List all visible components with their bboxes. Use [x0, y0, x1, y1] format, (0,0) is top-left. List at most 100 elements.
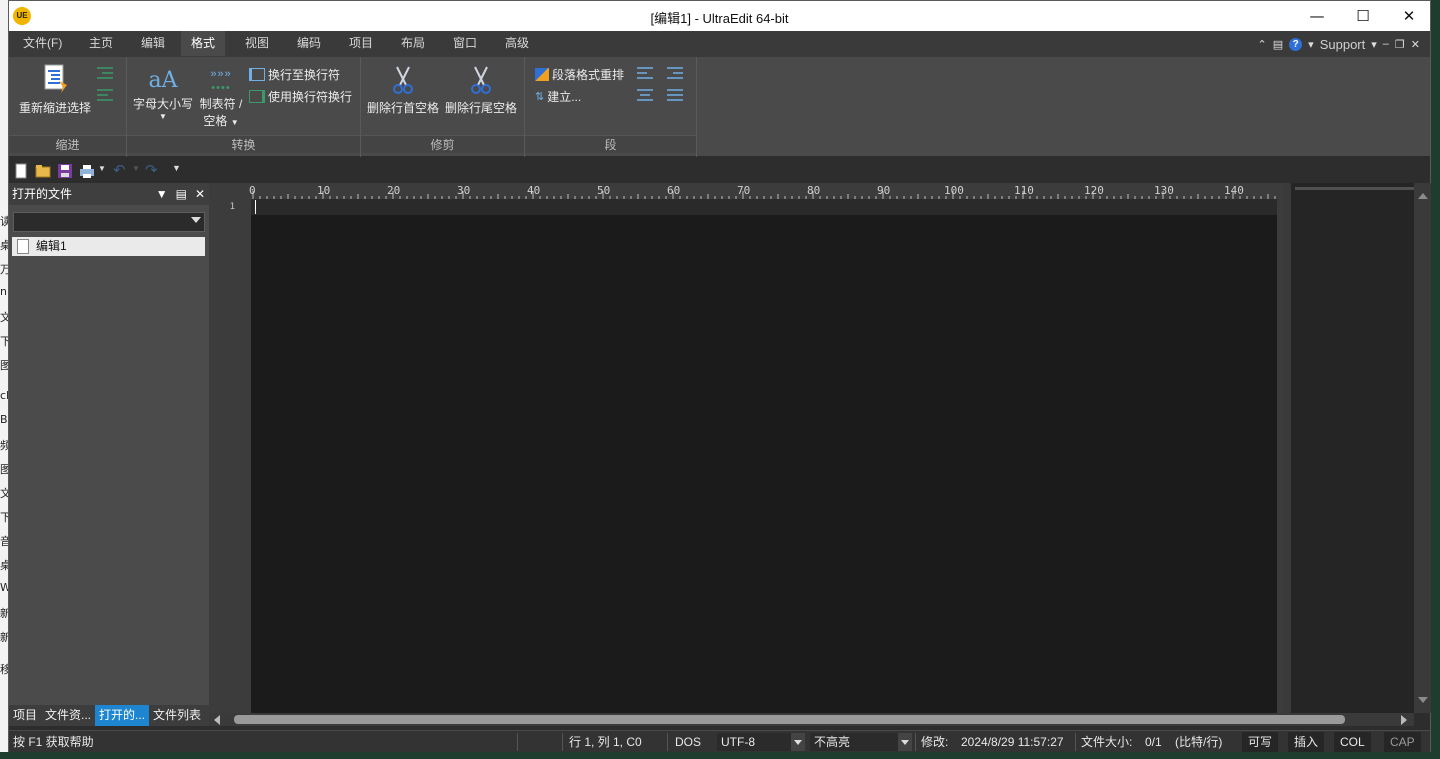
chevron-down-icon[interactable]: ▾	[1308, 38, 1314, 51]
status-separator	[1075, 733, 1076, 751]
scissors-icon	[393, 66, 413, 94]
insert-mode-indicator[interactable]: 插入	[1288, 732, 1325, 752]
tab-view[interactable]: 视图	[235, 31, 279, 56]
tab-layout[interactable]: 布局	[391, 31, 435, 56]
scroll-down-icon[interactable]	[1418, 697, 1428, 703]
reformat-paragraph-button[interactable]: 段落格式重排	[535, 66, 624, 83]
reindent-selection-label: 重新缩进选择	[18, 101, 91, 115]
line-ending-indicator[interactable]: DOS	[675, 731, 701, 753]
mdi-close-icon[interactable]: ✕	[1411, 38, 1420, 51]
cr-to-wrap-button[interactable]: 使用换行符换行	[249, 88, 352, 105]
create-paragraph-button[interactable]: ⇅ 建立...	[535, 88, 581, 105]
scroll-right-icon[interactable]	[1401, 715, 1407, 725]
collapse-ribbon-icon[interactable]: ⌃	[1258, 38, 1267, 51]
mdi-restore-icon[interactable]: ❐	[1395, 38, 1405, 51]
file-size-unit: (比特/行)	[1175, 735, 1223, 749]
tabs-spaces-button[interactable]: »»» •••• 制表符 / 空格 ▼	[195, 67, 247, 129]
panel-tab-project[interactable]: 项目	[9, 705, 41, 726]
open-folder-icon[interactable]	[35, 163, 51, 179]
trim-leading-button[interactable]: 删除行首空格	[365, 65, 441, 116]
panel-tab-file-explorer[interactable]: 文件资...	[41, 705, 95, 726]
title-bar[interactable]: UE [编辑1] - UltraEdit 64-bit — ☐ ✕	[9, 1, 1430, 31]
status-help-text: 按 F1 获取帮助	[13, 735, 94, 749]
minimize-button[interactable]: —	[1294, 1, 1340, 31]
tab-window[interactable]: 窗口	[443, 31, 487, 56]
align-justify-icon[interactable]	[667, 89, 683, 104]
panel-menu-icon[interactable]: ▼	[156, 183, 168, 205]
writable-indicator[interactable]: 可写	[1242, 732, 1279, 752]
desktop-background-bottom	[0, 752, 1440, 759]
tab-edit[interactable]: 编辑	[131, 31, 175, 56]
chevron-down-icon[interactable]: ▼	[132, 164, 140, 173]
redo-icon[interactable]: ↷	[145, 161, 158, 179]
ribbon-group-label: 段	[525, 135, 696, 153]
panel-title: 打开的文件	[12, 187, 73, 201]
horizontal-scrollbar[interactable]	[209, 713, 1414, 726]
chevron-down-icon[interactable]: ▾	[1371, 38, 1377, 51]
ribbon-tab-bar: 文件(F) 主页 编辑 格式 视图 编码 项目 布局 窗口 高级 ⌃ ▤ ? ▾…	[9, 31, 1430, 56]
close-panel-icon[interactable]: ✕	[195, 183, 205, 205]
ribbon-display-icon[interactable]: ▤	[1273, 38, 1283, 51]
panel-tab-open-files[interactable]: 打开的...	[95, 705, 150, 726]
tab-encoding[interactable]: 编码	[287, 31, 331, 56]
scroll-left-icon[interactable]	[214, 715, 220, 725]
close-button[interactable]: ✕	[1386, 1, 1432, 31]
align-right-icon[interactable]	[667, 67, 683, 82]
align-left-icon[interactable]	[637, 67, 653, 82]
horizontal-scroll-thumb[interactable]	[234, 715, 1345, 724]
wrap-to-cr-button[interactable]: 换行至换行符	[249, 66, 340, 83]
encoding-dropdown[interactable]: UTF-8	[717, 733, 805, 751]
panel-tab-file-list[interactable]: 文件列表	[149, 705, 205, 726]
tab-format[interactable]: 格式	[181, 31, 226, 56]
chevron-down-icon	[791, 733, 805, 751]
highlight-dropdown[interactable]: 不高亮	[810, 733, 912, 751]
ruler-mark: 120	[1084, 184, 1104, 197]
letter-case-button[interactable]: aA 字母大小写 ▼	[131, 67, 195, 122]
column-mode-indicator[interactable]: COL	[1334, 732, 1371, 752]
ruler-mark: 110	[1014, 184, 1034, 197]
line-number-gutter[interactable]: 1	[209, 199, 251, 713]
align-center-icon[interactable]	[637, 89, 653, 104]
print-icon[interactable]	[79, 163, 95, 179]
indent-icon[interactable]	[97, 67, 113, 79]
tab-file[interactable]: 文件(F)	[13, 31, 72, 56]
customize-toolbar-icon[interactable]: ▼	[172, 163, 181, 173]
ruler-mark: 140	[1224, 184, 1244, 197]
tab-project[interactable]: 项目	[339, 31, 383, 56]
current-line-highlight	[251, 199, 1277, 215]
vertical-scrollbar[interactable]	[1414, 183, 1431, 713]
line-number: 1	[229, 202, 235, 212]
desktop-background	[1431, 0, 1440, 759]
open-file-item[interactable]: 编辑1	[12, 237, 205, 256]
minimap-viewport[interactable]	[1295, 187, 1415, 190]
chevron-down-icon[interactable]: ▼	[98, 164, 106, 173]
scroll-up-icon[interactable]	[1418, 193, 1428, 199]
new-file-icon[interactable]	[13, 163, 29, 179]
status-separator	[915, 733, 916, 751]
save-icon[interactable]	[57, 163, 73, 179]
ribbon-group-paragraph: 段落格式重排 ⇅ 建立... 段	[525, 57, 697, 157]
reformat-paragraph-icon	[535, 68, 549, 81]
quick-access-toolbar: ▼ ↶ ▼ ↷ ▼	[9, 159, 1430, 183]
tab-advanced[interactable]: 高级	[495, 31, 539, 56]
undo-icon[interactable]: ↶	[113, 161, 126, 179]
ruler-mark: 30	[457, 184, 471, 197]
code-editor[interactable]	[251, 199, 1277, 713]
support-link[interactable]: Support	[1320, 37, 1366, 52]
open-files-filter-dropdown[interactable]	[13, 212, 205, 232]
trim-trailing-button[interactable]: 删除行尾空格	[443, 65, 519, 116]
tab-home[interactable]: 主页	[79, 31, 123, 56]
outdent-icon[interactable]	[97, 89, 113, 101]
minimap[interactable]	[1283, 183, 1415, 713]
cr-to-wrap-label: 使用换行符换行	[268, 90, 353, 104]
help-icon[interactable]: ?	[1289, 37, 1303, 51]
maximize-button[interactable]: ☐	[1340, 1, 1386, 31]
status-bar: 按 F1 获取帮助 行 1, 列 1, C0 DOS UTF-8 不高亮 修改:…	[9, 730, 1430, 752]
file-size-value: 0/1	[1145, 735, 1162, 749]
pin-icon[interactable]: ▤	[176, 183, 187, 205]
cursor-position[interactable]: 行 1, 列 1, C0	[569, 731, 642, 753]
column-ruler: 0 10 20 30 40 50 60 70 80 90 100 110 120…	[249, 183, 1277, 199]
tabs-spaces-label-line2: 空格 ▼	[203, 114, 239, 128]
reindent-selection-button[interactable]: 重新缩进选择	[15, 63, 95, 116]
mdi-minimize-icon[interactable]: –	[1383, 38, 1389, 50]
